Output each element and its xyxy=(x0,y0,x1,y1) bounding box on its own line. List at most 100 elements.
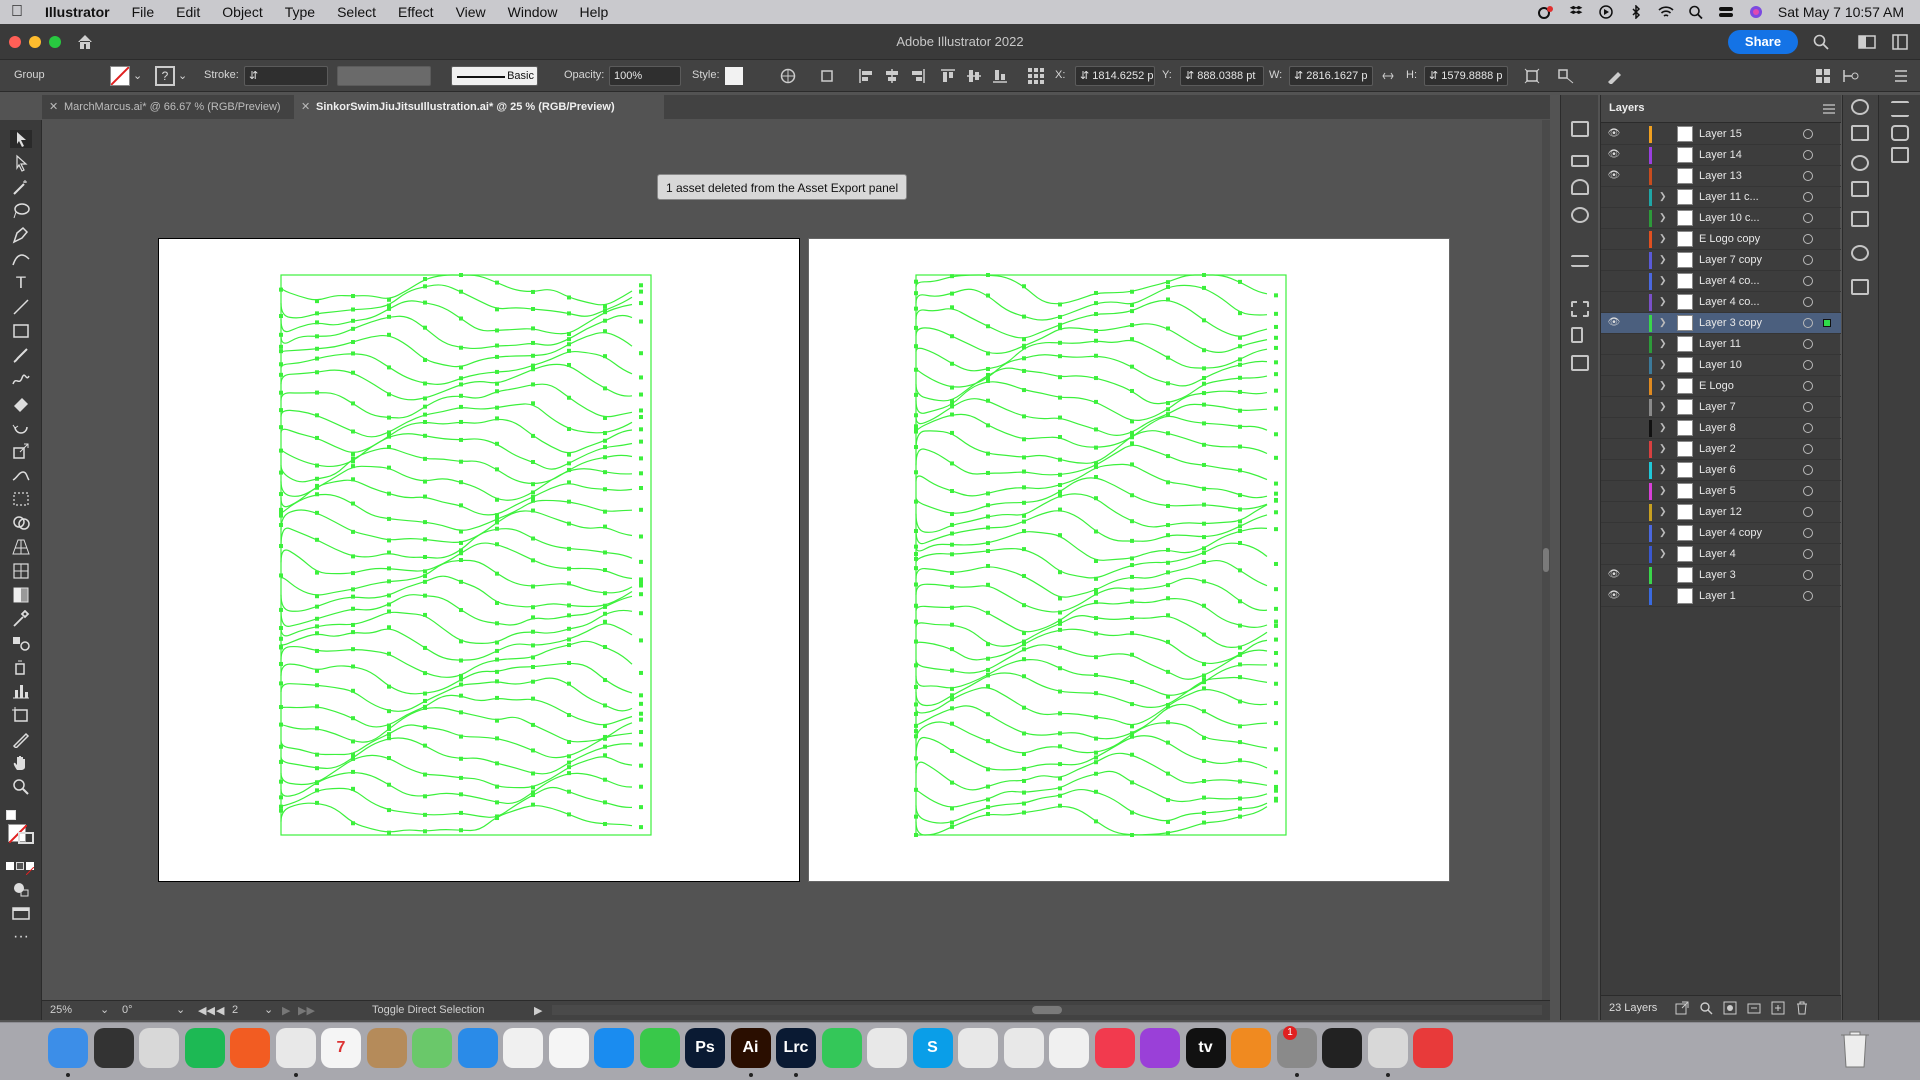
first-artboard-icon[interactable]: ◀◀ xyxy=(198,1004,215,1017)
layer-row[interactable]: ❯ Layer 4 co... xyxy=(1601,271,1841,292)
dock-news-icon[interactable] xyxy=(1049,1028,1089,1068)
rectangle-tool-icon[interactable] xyxy=(10,322,32,340)
expand-arrow-icon[interactable]: ❯ xyxy=(1659,485,1667,496)
selection-indicator[interactable] xyxy=(1823,319,1831,327)
search-icon[interactable] xyxy=(1688,5,1704,19)
menu-object[interactable]: Object xyxy=(211,0,273,24)
x-position-field[interactable]: ⇵ 1814.6252 p xyxy=(1075,66,1155,86)
last-artboard-icon[interactable]: ▶▶ xyxy=(298,1004,315,1017)
expand-arrow-icon[interactable]: ❯ xyxy=(1659,275,1667,286)
brush-definition[interactable]: Basic xyxy=(451,66,538,86)
appearance-panel-icon[interactable] xyxy=(1851,99,1869,115)
layer-row[interactable]: ❯ Layer 2 xyxy=(1601,439,1841,460)
constrain-proportions-icon[interactable] xyxy=(1381,69,1395,83)
layer-target-icon[interactable] xyxy=(1803,381,1813,391)
libraries-panel-icon[interactable] xyxy=(1571,155,1589,167)
locate-object-icon[interactable] xyxy=(1699,1001,1713,1015)
transform-icon[interactable] xyxy=(1524,68,1540,84)
layer-name[interactable]: Layer 11 xyxy=(1699,338,1741,350)
artboard-2[interactable] xyxy=(808,238,1450,882)
trash-icon[interactable] xyxy=(1838,1029,1872,1069)
opacity-field[interactable]: 100% xyxy=(609,66,681,86)
dock-safari-icon[interactable] xyxy=(457,1028,498,1068)
menu-file[interactable]: File xyxy=(121,0,166,24)
recolor-artwork-icon[interactable] xyxy=(780,68,796,84)
align-panel-icon[interactable] xyxy=(1571,327,1583,343)
layer-target-icon[interactable] xyxy=(1803,549,1813,559)
magic-wand-tool-icon[interactable] xyxy=(10,178,32,196)
selection-tool-icon[interactable] xyxy=(10,130,32,148)
visibility-toggle[interactable] xyxy=(1607,275,1621,287)
dock-finder-icon[interactable] xyxy=(48,1028,88,1068)
menu-illustrator[interactable]: Illustrator xyxy=(34,0,121,24)
expand-arrow-icon[interactable]: ❯ xyxy=(1659,527,1667,538)
layer-row[interactable]: ❯ E Logo copy xyxy=(1601,229,1841,250)
artboard-tool-icon[interactable] xyxy=(10,706,32,724)
pathfinder-panel-icon[interactable] xyxy=(1571,355,1589,371)
expand-arrow-icon[interactable]: ❯ xyxy=(1659,380,1667,391)
layer-target-icon[interactable] xyxy=(1803,234,1813,244)
curvature-tool-icon[interactable] xyxy=(10,250,32,268)
layer-target-icon[interactable] xyxy=(1803,129,1813,139)
layer-target-icon[interactable] xyxy=(1803,528,1813,538)
shaper-tool-icon[interactable] xyxy=(10,370,32,388)
horizontal-scroll-thumb[interactable] xyxy=(1032,1006,1062,1014)
chevron-down-icon[interactable]: ⌄ xyxy=(100,1003,109,1016)
share-button[interactable]: Share xyxy=(1728,30,1798,54)
chevron-down-icon[interactable]: ⌄ xyxy=(178,69,187,82)
dock-creative-cloud-icon[interactable] xyxy=(1413,1028,1453,1068)
transform-panel-icon[interactable] xyxy=(1571,301,1589,317)
bluetooth-icon[interactable] xyxy=(1628,5,1644,19)
layer-name[interactable]: Layer 7 copy xyxy=(1699,254,1762,266)
layer-name[interactable]: E Logo xyxy=(1699,380,1734,392)
wifi-icon[interactable] xyxy=(1658,5,1674,19)
creative-cloud-status-icon[interactable] xyxy=(1537,5,1554,19)
horizontal-scrollbar[interactable] xyxy=(552,1005,1542,1015)
play-icon[interactable] xyxy=(1598,5,1614,19)
layer-target-icon[interactable] xyxy=(1803,570,1813,580)
links-panel-icon[interactable] xyxy=(1851,279,1869,295)
visibility-toggle[interactable] xyxy=(1607,191,1621,203)
dock-calendar-icon[interactable]: 7 xyxy=(321,1028,361,1068)
expand-arrow-icon[interactable]: ❯ xyxy=(1659,233,1667,244)
global-edit-icon[interactable] xyxy=(1606,68,1624,84)
layer-name[interactable]: Layer 2 xyxy=(1699,443,1736,455)
align-top-icon[interactable] xyxy=(940,68,956,84)
visibility-toggle[interactable] xyxy=(1607,527,1621,539)
layer-target-icon[interactable] xyxy=(1803,591,1813,601)
layer-name[interactable]: Layer 5 xyxy=(1699,485,1736,497)
visibility-toggle[interactable] xyxy=(1607,464,1621,476)
layer-name[interactable]: Layer 10 xyxy=(1699,359,1742,371)
dock-preview-icon[interactable] xyxy=(1367,1028,1408,1068)
close-tab-icon[interactable]: ✕ xyxy=(49,95,58,119)
layer-target-icon[interactable] xyxy=(1803,192,1813,202)
expand-arrow-icon[interactable]: ❯ xyxy=(1659,317,1667,328)
status-menu-arrow-icon[interactable]: ▶ xyxy=(534,1004,542,1017)
transparency-panel-icon[interactable] xyxy=(1851,245,1869,261)
layer-name[interactable]: Layer 4 copy xyxy=(1699,527,1762,539)
layer-target-icon[interactable] xyxy=(1803,465,1813,475)
expand-arrow-icon[interactable]: ❯ xyxy=(1659,296,1667,307)
stroke-weight-field[interactable]: ⇵ xyxy=(244,66,328,86)
eyedropper-tool-icon[interactable] xyxy=(10,609,32,628)
rotation-value[interactable]: 0° xyxy=(122,1004,133,1016)
dock-reminders-icon[interactable] xyxy=(548,1028,589,1068)
menu-effect[interactable]: Effect xyxy=(387,0,445,24)
align-bottom-icon[interactable] xyxy=(992,68,1008,84)
dock-keynote-icon[interactable] xyxy=(1003,1028,1044,1068)
layer-target-icon[interactable] xyxy=(1803,339,1813,349)
layer-row[interactable]: 👁 Layer 3 xyxy=(1601,565,1841,586)
height-field[interactable]: ⇵ 1579.8888 p xyxy=(1424,66,1508,86)
visibility-toggle[interactable] xyxy=(1607,443,1621,455)
dock-music-icon[interactable] xyxy=(1094,1028,1135,1068)
layer-name[interactable]: Layer 8 xyxy=(1699,422,1736,434)
dock-contacts-icon[interactable] xyxy=(366,1028,407,1068)
menu-type[interactable]: Type xyxy=(274,0,326,24)
previous-artboard-icon[interactable]: ◀ xyxy=(216,1004,224,1017)
gradient-panel-icon[interactable] xyxy=(1851,211,1869,227)
layer-name[interactable]: Layer 13 xyxy=(1699,170,1742,182)
reference-point-icon[interactable] xyxy=(1027,67,1045,85)
panel-toggle-icon[interactable] xyxy=(1892,34,1908,50)
artboards-panel-icon[interactable] xyxy=(1571,121,1589,137)
gradient-tool-icon[interactable] xyxy=(10,586,32,604)
